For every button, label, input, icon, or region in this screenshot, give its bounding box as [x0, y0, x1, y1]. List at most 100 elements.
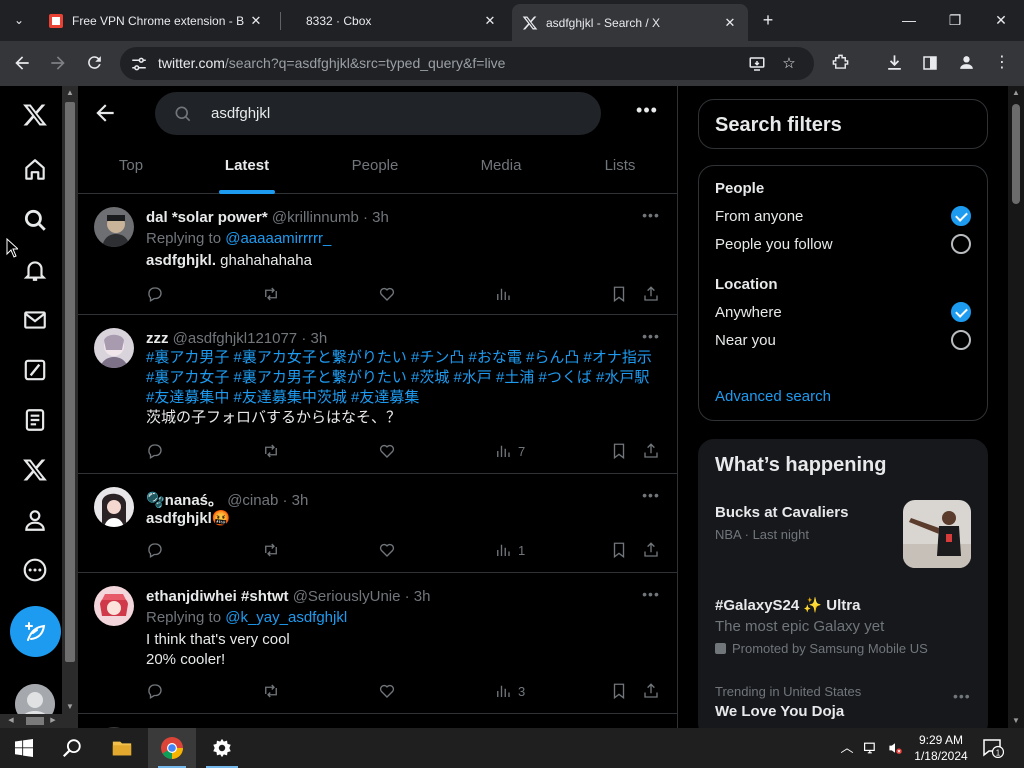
close-tab-icon[interactable]: ✕: [722, 15, 738, 31]
taskbar-clock[interactable]: 9:29 AM 1/18/2024: [905, 732, 977, 764]
like-heart-button[interactable]: [378, 440, 396, 462]
back-arrow-icon[interactable]: [11, 52, 33, 74]
filter-anywhere-label[interactable]: Anywhere: [715, 304, 782, 321]
page-scrollbar-thumb[interactable]: [1012, 104, 1020, 204]
trend-thumbnail-image[interactable]: [903, 500, 971, 568]
extensions-puzzle-icon[interactable]: [829, 52, 851, 74]
lists-icon[interactable]: [15, 400, 55, 440]
filter-people-you-follow-radio[interactable]: [951, 234, 971, 254]
trend-more-icon[interactable]: •••: [953, 688, 971, 704]
explore-search-icon[interactable]: [15, 200, 55, 240]
profile-icon[interactable]: [955, 52, 977, 74]
share-button[interactable]: [642, 680, 660, 702]
profile-person-icon[interactable]: [15, 500, 55, 540]
trend-item[interactable]: Trending in United States We Love You Do…: [715, 684, 973, 720]
chrome-taskbar-button[interactable]: [148, 728, 196, 768]
tweet-time[interactable]: · 3h: [405, 588, 431, 605]
reply-button[interactable]: [146, 539, 164, 561]
tweet-time[interactable]: · 3h: [301, 330, 327, 347]
scrollbar-thumb[interactable]: [65, 102, 75, 662]
share-button[interactable]: [642, 283, 660, 305]
search-input[interactable]: asdfghjkl: [155, 92, 601, 135]
premium-x-icon[interactable]: [15, 450, 55, 490]
tweet-author-name[interactable]: dal *solar power*: [146, 209, 268, 226]
like-heart-button[interactable]: [378, 680, 396, 702]
tweet-hashtags[interactable]: #裏アカ男子 #裏アカ女子と繋がりたい #チン凸 #おな電 #らん凸 #オナ指示…: [146, 349, 652, 406]
share-button[interactable]: [642, 539, 660, 561]
reply-button[interactable]: [146, 440, 164, 462]
tab-latest[interactable]: Latest: [184, 142, 310, 194]
scroll-up-arrow-icon[interactable]: ▲: [1008, 86, 1024, 100]
filter-near-you-radio[interactable]: [951, 330, 971, 350]
tweet-item[interactable]: ethanjdiwhei #shtwt @SeriouslyUnie · 3h …: [78, 574, 678, 714]
start-button[interactable]: [0, 728, 48, 768]
tweet-item[interactable]: 🫧nanaś。 @cinab · 3h ••• asdfghjkl🤬 1: [78, 475, 678, 573]
minimize-window-icon[interactable]: —: [886, 6, 932, 34]
search-more-options-icon[interactable]: •••: [634, 100, 660, 126]
tweet-more-icon[interactable]: •••: [640, 328, 662, 348]
forward-arrow-icon[interactable]: [47, 52, 69, 74]
address-bar[interactable]: twitter.com/search?q=asdfghjkl&src=typed…: [120, 47, 814, 80]
browser-tab-x-search[interactable]: asdfghjkl - Search / X ✕: [512, 4, 748, 41]
bookmark-button[interactable]: [610, 680, 628, 702]
tab-people[interactable]: People: [310, 142, 440, 194]
notification-center-icon[interactable]: 1: [982, 738, 1005, 759]
home-icon[interactable]: [15, 150, 55, 190]
views-chart-button[interactable]: 1: [494, 539, 525, 561]
tweet-author-name[interactable]: 🫧nanaś。: [146, 492, 223, 509]
scroll-left-arrow-icon[interactable]: ◀: [6, 714, 16, 728]
tab-lists[interactable]: Lists: [562, 142, 678, 194]
views-chart-button[interactable]: [494, 283, 518, 305]
horizontal-scrollbar[interactable]: ◀ ▶: [0, 714, 62, 728]
tab-media[interactable]: Media: [440, 142, 562, 194]
tweet-more-icon[interactable]: •••: [640, 207, 662, 227]
install-app-icon[interactable]: [746, 53, 768, 75]
more-circle-icon[interactable]: [15, 550, 55, 590]
advanced-search-link[interactable]: Advanced search: [715, 388, 831, 405]
messages-envelope-icon[interactable]: [15, 300, 55, 340]
browser-tab-vpn[interactable]: Free VPN Chrome extension - B ✕: [38, 0, 274, 41]
tweet-more-icon[interactable]: •••: [640, 586, 662, 606]
views-chart-button[interactable]: 3: [494, 680, 525, 702]
horizontal-scrollbar-thumb[interactable]: [26, 717, 44, 725]
scroll-right-arrow-icon[interactable]: ▶: [48, 714, 58, 728]
bookmark-button[interactable]: [610, 539, 628, 561]
file-explorer-button[interactable]: [98, 728, 146, 768]
bookmark-star-icon[interactable]: ☆: [778, 53, 800, 75]
tweet-author-handle[interactable]: @krillinnumb: [272, 209, 359, 226]
bookmark-button[interactable]: [610, 440, 628, 462]
taskbar-search-button[interactable]: [48, 728, 96, 768]
tweet-item-partial[interactable]: [78, 715, 678, 728]
tweet-avatar[interactable]: [94, 487, 134, 527]
bookmark-button[interactable]: [610, 283, 628, 305]
tweet-author-handle[interactable]: @asdfghjkl121077: [173, 330, 297, 347]
tweet-item[interactable]: dal *solar power* @krillinnumb · 3h ••• …: [78, 195, 678, 315]
close-window-icon[interactable]: ✕: [978, 6, 1024, 34]
scroll-up-arrow-icon[interactable]: ▲: [62, 86, 78, 100]
reply-button[interactable]: [146, 680, 164, 702]
repost-button[interactable]: [262, 440, 280, 462]
reload-icon[interactable]: [83, 52, 105, 74]
repost-button[interactable]: [262, 680, 280, 702]
filter-anywhere-radio[interactable]: [951, 302, 971, 322]
compose-post-button[interactable]: [10, 606, 61, 657]
grok-slash-icon[interactable]: [15, 350, 55, 390]
tweet-time[interactable]: · 3h: [363, 209, 389, 226]
repost-button[interactable]: [262, 283, 280, 305]
reply-mention-link[interactable]: @k_yay_asdfghjkl: [225, 609, 347, 626]
trend-item-promoted[interactable]: #GalaxyS24 ✨ Ultra The most epic Galaxy …: [715, 596, 973, 656]
tweet-author-name[interactable]: zzz: [146, 330, 169, 347]
chrome-menu-kebab-icon[interactable]: ⋮: [991, 52, 1013, 74]
tweet-author-name[interactable]: ethanjdiwhei #shtwt: [146, 588, 289, 605]
tweet-more-icon[interactable]: •••: [640, 487, 662, 507]
browser-tab-cbox[interactable]: 8332 · Cbox ✕: [296, 0, 508, 41]
close-tab-icon[interactable]: ✕: [248, 13, 264, 29]
filter-near-you-label[interactable]: Near you: [715, 332, 776, 349]
reply-mention-link[interactable]: @aaaaamirrrrr_: [225, 230, 331, 247]
filter-people-you-follow-label[interactable]: People you follow: [715, 236, 833, 253]
like-heart-button[interactable]: [378, 283, 396, 305]
tweet-avatar[interactable]: [94, 586, 134, 626]
views-chart-button[interactable]: 7: [494, 440, 525, 462]
scroll-down-arrow-icon[interactable]: ▼: [1008, 714, 1024, 728]
new-tab-plus-icon[interactable]: +: [758, 10, 778, 30]
